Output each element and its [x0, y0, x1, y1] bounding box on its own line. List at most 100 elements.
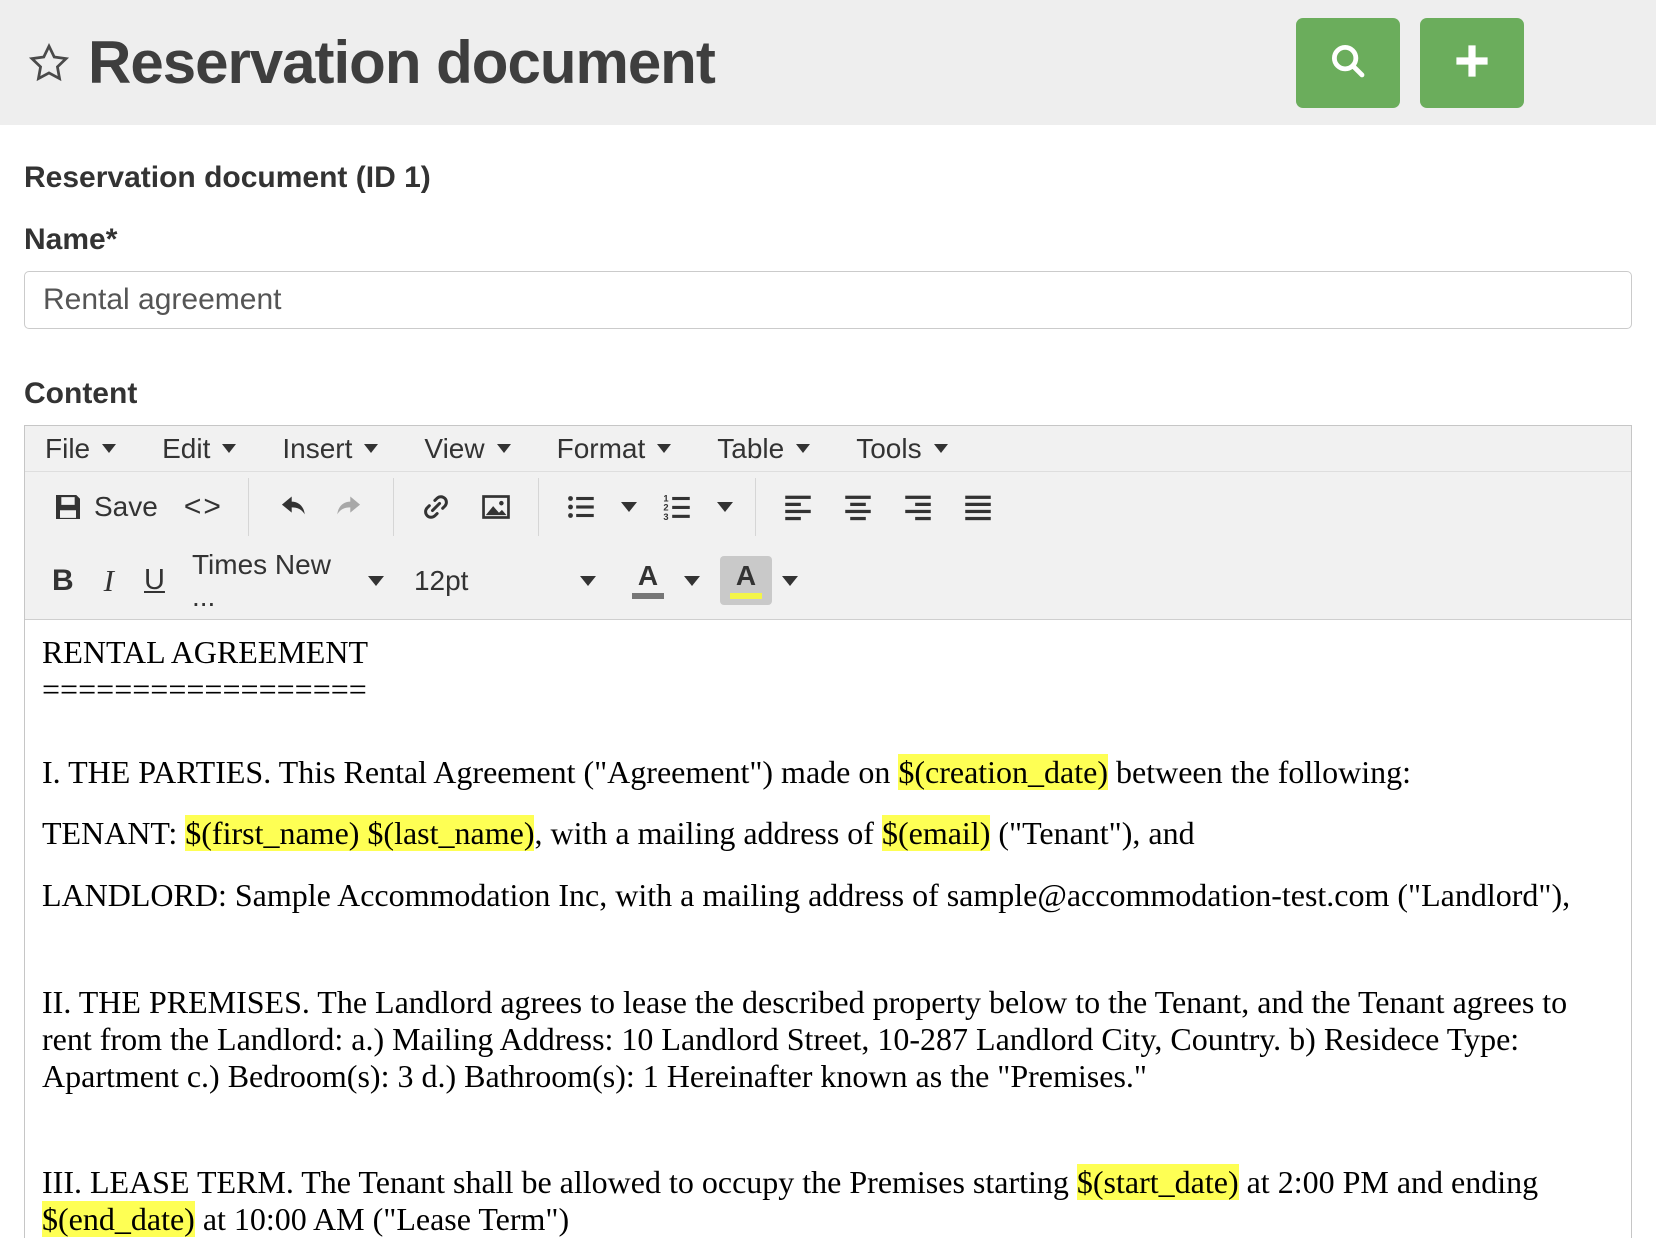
- italic-icon: I: [100, 563, 118, 599]
- name-input[interactable]: [24, 271, 1632, 329]
- chevron-down-icon: [796, 444, 810, 453]
- favorite-star-icon[interactable]: [26, 40, 72, 86]
- menu-view-label: View: [424, 433, 484, 465]
- background-color-button[interactable]: A: [720, 556, 772, 605]
- numbered-list-dropdown-icon[interactable]: [717, 502, 733, 512]
- align-center-button[interactable]: [828, 479, 888, 535]
- text-color-button[interactable]: A: [622, 556, 674, 605]
- save-button-label: Save: [94, 491, 158, 523]
- bold-icon: B: [52, 564, 74, 598]
- menu-table[interactable]: Table: [717, 433, 810, 465]
- menu-file[interactable]: File: [45, 433, 116, 465]
- text-run: TENANT:: [42, 815, 185, 851]
- record-title: Reservation document (ID 1): [24, 161, 1632, 195]
- background-color-swatch: [730, 593, 762, 599]
- redo-icon: [334, 490, 368, 524]
- floppy-disk-icon: [52, 491, 84, 523]
- menu-format[interactable]: Format: [557, 433, 672, 465]
- page: Reservation document Reservatio: [0, 0, 1656, 1238]
- numbered-list-button[interactable]: 123: [647, 479, 707, 535]
- chevron-down-icon: [368, 576, 384, 586]
- placeholder-token: $(creation_date): [898, 754, 1108, 790]
- text-run: II. THE PREMISES. The Landlord agrees to…: [42, 984, 1567, 1020]
- align-right-button[interactable]: [888, 479, 948, 535]
- undo-button[interactable]: [261, 479, 321, 535]
- content-label: Content: [24, 377, 1632, 411]
- chevron-down-icon: [934, 444, 948, 453]
- editor-menubar: File Edit Insert View Format: [25, 426, 1631, 472]
- text-run: , with a mailing address of: [534, 815, 881, 851]
- font-family-select[interactable]: Times New ...: [178, 553, 400, 609]
- text-run: rent from the Landlord: a.) Mailing Addr…: [42, 1021, 1519, 1057]
- image-icon: [479, 490, 513, 524]
- menu-insert-label: Insert: [282, 433, 352, 465]
- underline-icon: U: [144, 564, 165, 597]
- text-run: at 10:00 AM ("Lease Term"): [195, 1201, 569, 1237]
- menu-table-label: Table: [717, 433, 784, 465]
- page-title: Reservation document: [88, 28, 715, 97]
- document-paragraphs: RENTAL AGREEMENT================== I. THE…: [42, 634, 1614, 1238]
- italic-button[interactable]: I: [87, 553, 131, 609]
- paragraph: LANDLORD: Sample Accommodation Inc, with…: [42, 877, 1614, 914]
- redo-button[interactable]: [321, 479, 381, 535]
- header: Reservation document: [0, 0, 1656, 125]
- paragraph: TENANT: $(first_name) $(last_name), with…: [42, 815, 1614, 852]
- svg-text:3: 3: [663, 512, 668, 522]
- insert-link-button[interactable]: [406, 479, 466, 535]
- editor-toolbar-row1: Save <>: [25, 472, 1631, 542]
- align-left-button[interactable]: [768, 479, 828, 535]
- text-run: LANDLORD: Sample Accommodation Inc, with…: [42, 877, 1570, 913]
- placeholder-token: $(first_name) $(last_name): [185, 815, 534, 851]
- menu-tools[interactable]: Tools: [856, 433, 947, 465]
- align-center-icon: [841, 490, 875, 524]
- text-run: at 2:00 PM and ending: [1239, 1164, 1539, 1200]
- text-run: RENTAL AGREEMENT: [42, 634, 368, 670]
- chevron-down-icon: [497, 444, 511, 453]
- underline-button[interactable]: U: [131, 553, 178, 609]
- code-icon: <>: [184, 490, 223, 524]
- text-run: I. THE PARTIES. This Rental Agreement ("…: [42, 754, 898, 790]
- text-run: ("Tenant"), and: [990, 815, 1194, 851]
- bullet-list-icon: [564, 490, 598, 524]
- align-right-icon: [901, 490, 935, 524]
- menu-edit[interactable]: Edit: [162, 433, 236, 465]
- text-run: Apartment c.) Bedroom(s): 3 d.) Bathroom…: [42, 1058, 1147, 1094]
- font-size-value: 12pt: [414, 565, 469, 597]
- required-marker: *: [106, 223, 118, 256]
- numbered-list-icon: 123: [660, 490, 694, 524]
- source-code-button[interactable]: <>: [171, 479, 236, 535]
- text-run: ==================: [42, 671, 367, 707]
- bullet-list-dropdown-icon[interactable]: [621, 502, 637, 512]
- search-button[interactable]: [1296, 18, 1400, 108]
- add-button[interactable]: [1420, 18, 1524, 108]
- text-run: III. LEASE TERM. The Tenant shall be all…: [42, 1164, 1077, 1200]
- chevron-down-icon: [364, 444, 378, 453]
- chevron-down-icon: [580, 576, 596, 586]
- header-actions: [1296, 18, 1630, 108]
- background-color-icon: A: [736, 562, 756, 590]
- chevron-down-icon: [657, 444, 671, 453]
- bullet-list-button[interactable]: [551, 479, 611, 535]
- insert-image-button[interactable]: [466, 479, 526, 535]
- undo-icon: [274, 490, 308, 524]
- text-color-icon: A: [638, 562, 658, 590]
- search-icon: [1325, 38, 1371, 87]
- menu-view[interactable]: View: [424, 433, 510, 465]
- background-color-dropdown-icon[interactable]: [782, 576, 798, 586]
- font-family-value: Times New ...: [192, 549, 358, 613]
- paragraph: I. THE PARTIES. This Rental Agreement ("…: [42, 754, 1614, 791]
- placeholder-token: $(start_date): [1077, 1164, 1239, 1200]
- link-icon: [419, 490, 453, 524]
- save-button[interactable]: Save: [39, 479, 171, 535]
- chevron-down-icon: [222, 444, 236, 453]
- paragraph: III. LEASE TERM. The Tenant shall be all…: [42, 1164, 1614, 1238]
- plus-icon: [1448, 37, 1496, 88]
- menu-insert[interactable]: Insert: [282, 433, 378, 465]
- editor-content-area[interactable]: RENTAL AGREEMENT================== I. THE…: [25, 620, 1631, 1238]
- paragraph: RENTAL AGREEMENT==================: [42, 634, 1614, 708]
- text-color-dropdown-icon[interactable]: [684, 576, 700, 586]
- menu-format-label: Format: [557, 433, 646, 465]
- font-size-select[interactable]: 12pt: [400, 553, 612, 609]
- bold-button[interactable]: B: [39, 553, 87, 609]
- justify-button[interactable]: [948, 479, 1008, 535]
